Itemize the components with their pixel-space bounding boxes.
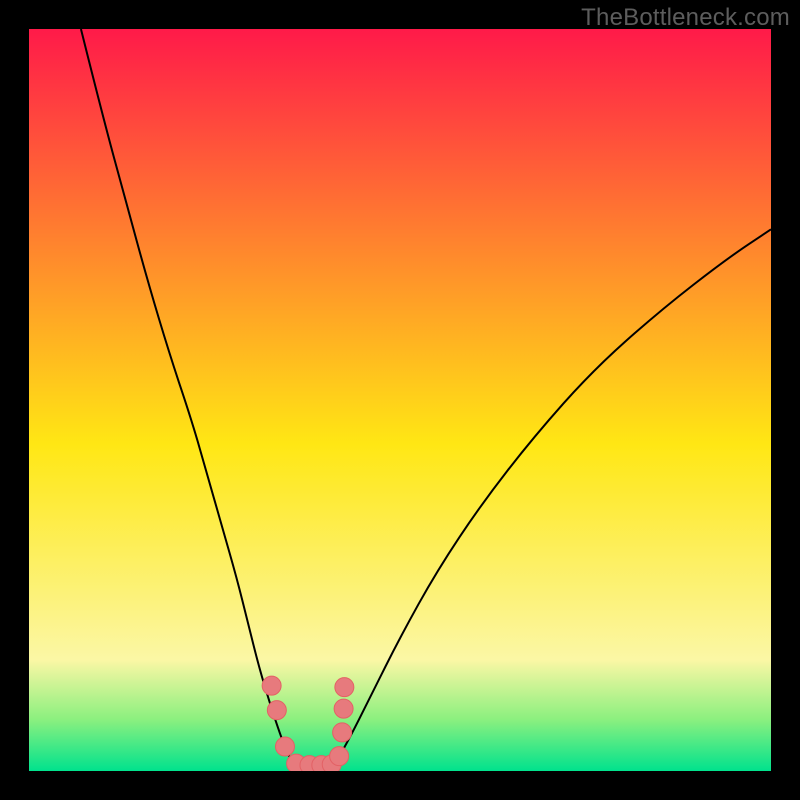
data-marker [262,676,281,695]
data-marker [275,737,294,756]
data-marker [333,723,352,742]
chart-svg [29,29,771,771]
data-marker [330,747,349,766]
data-marker [267,701,286,720]
data-marker [334,699,353,718]
chart-frame: TheBottleneck.com [0,0,800,800]
watermark-text: TheBottleneck.com [581,4,790,32]
data-marker [335,678,354,697]
gradient-background [29,29,771,771]
plot-area [29,29,771,771]
